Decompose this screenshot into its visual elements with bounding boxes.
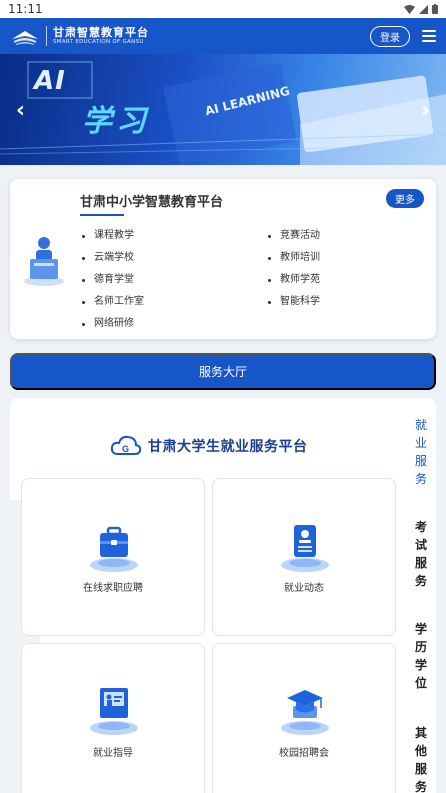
- side-tab-exam[interactable]: 考试服务: [406, 518, 436, 590]
- tile-label: 校园招聘会: [279, 748, 329, 759]
- more-button[interactable]: 更多: [386, 189, 424, 208]
- platform-link[interactable]: 教师学苑: [268, 269, 320, 291]
- tile-campus-fair[interactable]: 校园招聘会: [212, 643, 396, 793]
- employment-side-tabs: 就业服务 考试服务 学历学位 其他服务: [406, 398, 436, 793]
- banner-carousel[interactable]: AI 学习 AI LEARNING ‹ ›: [0, 54, 446, 165]
- side-tab-label: 其他服务: [414, 726, 427, 793]
- tile-employment-news[interactable]: 就业动态: [212, 478, 396, 636]
- status-bar: 11:11: [0, 0, 446, 18]
- header-actions: 登录: [370, 25, 436, 47]
- menu-icon[interactable]: [422, 30, 436, 42]
- briefcase-icon: [90, 526, 138, 572]
- battery-icon: [432, 4, 438, 14]
- platform-link[interactable]: 名师工作室: [82, 291, 144, 313]
- platform-link[interactable]: 教师培训: [268, 247, 320, 269]
- svg-text:G: G: [122, 444, 129, 454]
- cloud-logo-icon: G: [110, 435, 142, 455]
- platform-card: 甘肃中小学智慧教育平台 更多 课程教学 云端学校 德育学堂 名师工作室 网络研修…: [10, 179, 436, 339]
- side-tab-employment[interactable]: 就业服务: [406, 416, 436, 488]
- signal-icon: [419, 4, 428, 14]
- login-button[interactable]: 登录: [370, 25, 410, 47]
- employment-panel: G 甘肃大学生就业服务平台 在线求职应聘 就业动态 就业指导 校园招聘会 就业服…: [10, 398, 436, 793]
- platform-title: 甘肃中小学智慧教育平台: [80, 195, 224, 210]
- employment-platform-header: G 甘肃大学生就业服务平台: [110, 434, 308, 458]
- side-tab-label: 学历学位: [414, 622, 427, 690]
- brand-divider: [46, 26, 47, 46]
- side-tab-label: 就业服务: [414, 418, 427, 486]
- platform-link[interactable]: 德育学堂: [82, 269, 144, 291]
- tile-online-job[interactable]: 在线求职应聘: [21, 478, 205, 636]
- status-icons: [404, 4, 438, 14]
- tile-label: 就业动态: [284, 583, 324, 594]
- tile-career-guidance[interactable]: 就业指导: [21, 643, 205, 793]
- document-user-icon: [281, 525, 329, 572]
- platform-link[interactable]: 网络研修: [82, 313, 144, 335]
- platform-title-underline: [80, 214, 124, 216]
- platform-link[interactable]: 云端学校: [82, 247, 144, 269]
- platform-link[interactable]: 智能科学: [268, 291, 320, 313]
- status-time: 11:11: [8, 2, 43, 16]
- chevron-left-icon[interactable]: ‹: [16, 98, 25, 123]
- banner-study-text: 学习: [82, 104, 150, 139]
- side-tab-label: 考试服务: [414, 520, 427, 588]
- brand-logo-icon: [12, 31, 38, 45]
- employment-platform-title: 甘肃大学生就业服务平台: [148, 439, 308, 455]
- banner-ai-text: AI: [34, 66, 66, 96]
- brand-text: 甘肃智慧教育平台 SMART EDUCATION OF GANSU: [53, 25, 149, 46]
- platform-link[interactable]: 竞赛活动: [268, 225, 320, 247]
- graduation-cap-icon: [281, 690, 329, 735]
- side-tab-degree[interactable]: 学历学位: [406, 620, 436, 692]
- chevron-right-icon[interactable]: ›: [421, 98, 430, 123]
- tile-label: 就业指导: [93, 748, 133, 759]
- brand-name-cn: 甘肃智慧教育平台: [53, 25, 149, 39]
- teacher-podium-icon: [24, 237, 64, 286]
- wifi-icon: [404, 4, 415, 14]
- app-header: 甘肃智慧教育平台 SMART EDUCATION OF GANSU 登录: [0, 18, 446, 54]
- platform-links-left: 课程教学 云端学校 德育学堂 名师工作室 网络研修: [82, 225, 144, 335]
- presentation-icon: [90, 688, 138, 735]
- brand[interactable]: 甘肃智慧教育平台 SMART EDUCATION OF GANSU: [10, 25, 149, 47]
- platform-links-right: 竞赛活动 教师培训 教师学苑 智能科学: [268, 225, 320, 313]
- side-tab-other[interactable]: 其他服务: [406, 724, 436, 793]
- service-hall-button[interactable]: 服务大厅: [10, 353, 436, 390]
- tile-label: 在线求职应聘: [83, 583, 143, 594]
- brand-name-en: SMART EDUCATION OF GANSU: [53, 39, 144, 46]
- platform-link[interactable]: 课程教学: [82, 225, 144, 247]
